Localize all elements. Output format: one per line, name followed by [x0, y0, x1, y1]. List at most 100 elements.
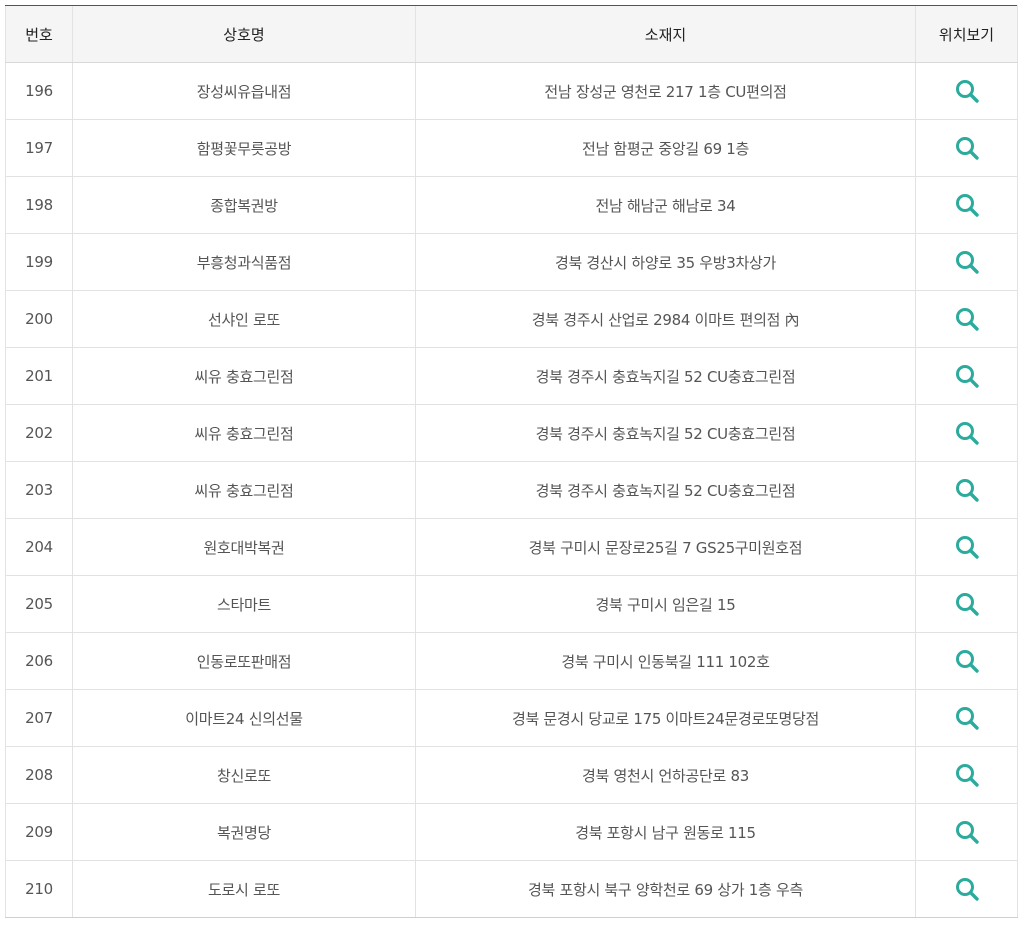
view-location-button[interactable]: [954, 249, 980, 275]
row-store-name: 인동로또판매점: [72, 632, 416, 690]
search-icon: [955, 365, 979, 388]
view-location-button[interactable]: [954, 762, 980, 788]
row-address: 경북 구미시 임은길 15: [415, 575, 916, 633]
view-location-button[interactable]: [954, 819, 980, 845]
row-view-cell: [915, 233, 1018, 291]
table-row: 201 씨유 충효그린점 경북 경주시 충효녹지길 52 CU충효그린점: [5, 347, 1018, 405]
view-location-button[interactable]: [954, 648, 980, 674]
row-store-name: 장성씨유읍내점: [72, 62, 416, 120]
view-location-button[interactable]: [954, 705, 980, 731]
row-address: 경북 경주시 충효녹지길 52 CU충효그린점: [415, 347, 916, 405]
header-name: 상호명: [72, 5, 416, 63]
row-number: 208: [5, 746, 73, 804]
row-store-name: 씨유 충효그린점: [72, 404, 416, 462]
table-row: 206 인동로또판매점 경북 구미시 인동북길 111 102호: [5, 632, 1018, 690]
row-store-name: 선샤인 로또: [72, 290, 416, 348]
row-store-name: 씨유 충효그린점: [72, 461, 416, 519]
row-address: 경북 포항시 북구 양학천로 69 상가 1층 우측: [415, 860, 916, 918]
row-store-name: 부흥청과식품점: [72, 233, 416, 291]
search-icon: [955, 593, 979, 616]
table-row: 208 창신로또 경북 영천시 언하공단로 83: [5, 746, 1018, 804]
row-number: 210: [5, 860, 73, 918]
row-address: 경북 구미시 인동북길 111 102호: [415, 632, 916, 690]
row-store-name: 복권명당: [72, 803, 416, 861]
view-location-button[interactable]: [954, 192, 980, 218]
table-row: 199 부흥청과식품점 경북 경산시 하양로 35 우방3차상가: [5, 233, 1018, 291]
row-store-name: 도로시 로또: [72, 860, 416, 918]
search-icon: [955, 707, 979, 730]
row-address: 경북 경주시 충효녹지길 52 CU충효그린점: [415, 461, 916, 519]
table-row: 205 스타마트 경북 구미시 임은길 15: [5, 575, 1018, 633]
row-number: 205: [5, 575, 73, 633]
row-address: 경북 경주시 산업로 2984 이마트 편의점 內: [415, 290, 916, 348]
row-view-cell: [915, 119, 1018, 177]
row-address: 경북 경주시 충효녹지길 52 CU충효그린점: [415, 404, 916, 462]
row-number: 207: [5, 689, 73, 747]
row-number: 196: [5, 62, 73, 120]
header-address: 소재지: [415, 5, 916, 63]
row-number: 203: [5, 461, 73, 519]
row-address: 경북 경산시 하양로 35 우방3차상가: [415, 233, 916, 291]
search-icon: [955, 422, 979, 445]
row-view-cell: [915, 746, 1018, 804]
row-number: 199: [5, 233, 73, 291]
row-address: 경북 포항시 남구 원동로 115: [415, 803, 916, 861]
row-address: 경북 영천시 언하공단로 83: [415, 746, 916, 804]
view-location-button[interactable]: [954, 477, 980, 503]
row-number: 200: [5, 290, 73, 348]
view-location-button[interactable]: [954, 876, 980, 902]
search-icon: [955, 80, 979, 103]
row-address: 전남 함평군 중앙길 69 1층: [415, 119, 916, 177]
row-view-cell: [915, 290, 1018, 348]
row-view-cell: [915, 176, 1018, 234]
row-number: 209: [5, 803, 73, 861]
table-row: 210 도로시 로또 경북 포항시 북구 양학천로 69 상가 1층 우측: [5, 860, 1018, 918]
row-address: 전남 해남군 해남로 34: [415, 176, 916, 234]
row-number: 206: [5, 632, 73, 690]
row-store-name: 창신로또: [72, 746, 416, 804]
row-view-cell: [915, 461, 1018, 519]
table-row: 196 장성씨유읍내점 전남 장성군 영천로 217 1층 CU편의점: [5, 62, 1018, 120]
row-number: 198: [5, 176, 73, 234]
view-location-button[interactable]: [954, 78, 980, 104]
table-row: 204 원호대박복권 경북 구미시 문장로25길 7 GS25구미원호점: [5, 518, 1018, 576]
search-icon: [955, 764, 979, 787]
table-row: 198 종합복권방 전남 해남군 해남로 34: [5, 176, 1018, 234]
row-address: 경북 구미시 문장로25길 7 GS25구미원호점: [415, 518, 916, 576]
search-icon: [955, 137, 979, 160]
table-header: 번호 상호명 소재지 위치보기: [5, 5, 1018, 63]
view-location-button[interactable]: [954, 534, 980, 560]
search-icon: [955, 194, 979, 217]
row-view-cell: [915, 347, 1018, 405]
row-store-name: 씨유 충효그린점: [72, 347, 416, 405]
row-number: 202: [5, 404, 73, 462]
search-icon: [955, 878, 979, 901]
row-view-cell: [915, 632, 1018, 690]
view-location-button[interactable]: [954, 363, 980, 389]
header-view: 위치보기: [915, 5, 1018, 63]
row-store-name: 스타마트: [72, 575, 416, 633]
view-location-button[interactable]: [954, 591, 980, 617]
search-icon: [955, 821, 979, 844]
table-row: 197 함평꽃무릇공방 전남 함평군 중앙길 69 1층: [5, 119, 1018, 177]
row-view-cell: [915, 803, 1018, 861]
view-location-button[interactable]: [954, 306, 980, 332]
row-view-cell: [915, 860, 1018, 918]
search-icon: [955, 479, 979, 502]
row-store-name: 이마트24 신의선물: [72, 689, 416, 747]
view-location-button[interactable]: [954, 135, 980, 161]
search-icon: [955, 251, 979, 274]
table-row: 203 씨유 충효그린점 경북 경주시 충효녹지길 52 CU충효그린점: [5, 461, 1018, 519]
row-store-name: 종합복권방: [72, 176, 416, 234]
row-store-name: 함평꽃무릇공방: [72, 119, 416, 177]
header-number: 번호: [5, 5, 73, 63]
row-number: 204: [5, 518, 73, 576]
view-location-button[interactable]: [954, 420, 980, 446]
row-address: 경북 문경시 당교로 175 이마트24문경로또명당점: [415, 689, 916, 747]
row-view-cell: [915, 404, 1018, 462]
search-icon: [955, 308, 979, 331]
row-view-cell: [915, 518, 1018, 576]
row-view-cell: [915, 62, 1018, 120]
search-icon: [955, 536, 979, 559]
table-row: 202 씨유 충효그린점 경북 경주시 충효녹지길 52 CU충효그린점: [5, 404, 1018, 462]
